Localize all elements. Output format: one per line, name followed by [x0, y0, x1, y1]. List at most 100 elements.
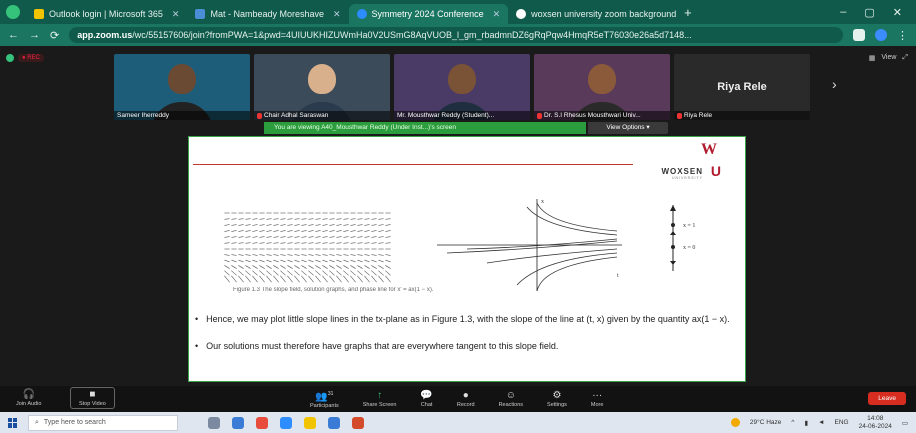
phase-arrow	[670, 205, 676, 211]
slope-segment	[343, 254, 349, 256]
participant-tile[interactable]: Mr. Mousthwar Reddy (Student)...	[394, 54, 530, 120]
new-tab-button[interactable]: +	[684, 5, 692, 20]
slope-segment	[238, 275, 244, 283]
view-label: View	[881, 54, 897, 61]
tab-outlook[interactable]: Outlook login | Microsoft 365 ✕	[26, 4, 187, 24]
share-screen-button[interactable]: ↑ Share Screen	[363, 390, 397, 408]
more-button[interactable]: ··· More	[591, 390, 604, 408]
view-options-button[interactable]: View Options ▾	[588, 122, 668, 134]
bullet-text: Our solutions must therefore have graphs…	[206, 341, 559, 351]
slope-segment	[322, 218, 328, 220]
reload-button[interactable]: ⟳	[50, 29, 59, 42]
next-participants-button[interactable]: ›	[832, 76, 837, 92]
slope-segment	[350, 242, 356, 244]
slope-segment	[322, 236, 328, 238]
slope-segment	[245, 259, 251, 263]
tab-mat[interactable]: Mat - Nambeady Moreshave ✕	[187, 4, 348, 24]
outlook-favicon-icon	[34, 9, 44, 19]
back-button[interactable]: ←	[8, 29, 19, 41]
participants-icon: 👥31	[315, 389, 333, 402]
windows-taskbar: ⌕ Type here to search 29°C Haze ^ ▮ ◄ EN…	[0, 412, 916, 433]
participant-tile[interactable]: Chair Adhal Saraswan	[254, 54, 390, 120]
slope-segment	[329, 254, 335, 256]
security-shield-icon[interactable]	[6, 54, 14, 62]
slope-segment	[294, 275, 300, 283]
taskbar-app-icon[interactable]	[232, 416, 244, 429]
participant-tile[interactable]: Dr. S.I Rhesus Mousthwari Univ...	[534, 54, 670, 120]
slope-segment	[301, 275, 307, 283]
record-button[interactable]: ● Record	[457, 390, 475, 408]
stop-video-button[interactable]: ■ Stop Video	[70, 387, 115, 409]
extension-icon[interactable]	[853, 29, 865, 41]
tab-zoom-conference[interactable]: Symmetry 2024 Conference ✕	[348, 4, 509, 24]
close-icon[interactable]: ✕	[172, 9, 180, 20]
view-button[interactable]: ▦ View ⤢	[869, 54, 908, 62]
slope-segment	[280, 265, 286, 269]
slope-segment	[252, 230, 258, 232]
clock-time: 14:08	[867, 414, 884, 422]
taskbar-app-icon[interactable]	[328, 416, 340, 429]
slope-segment	[322, 254, 328, 256]
slope-segment	[245, 236, 251, 238]
close-icon[interactable]: ✕	[333, 9, 341, 20]
slope-segment	[322, 265, 328, 269]
participant-tile[interactable]: Sameer Iherreddy	[114, 54, 250, 120]
slope-segment	[287, 259, 293, 263]
slope-segment	[385, 275, 391, 283]
browser-menu-icon[interactable]	[6, 5, 20, 19]
slope-segment	[336, 275, 342, 283]
slope-segment	[301, 265, 307, 269]
taskbar-app-icon[interactable]	[304, 416, 316, 429]
slope-segment	[245, 230, 251, 232]
join-audio-button[interactable]: 🎧 Join Audio	[16, 389, 41, 407]
fullscreen-icon[interactable]: ⤢	[902, 54, 908, 62]
slope-segment	[364, 218, 370, 220]
network-icon[interactable]: ▮	[804, 419, 808, 427]
participant-name: Dr. S.I Rhesus Mousthwari Univ...	[534, 111, 670, 120]
slope-segment	[224, 236, 230, 238]
language-indicator[interactable]: ENG	[835, 419, 849, 426]
leave-button[interactable]: Leave	[868, 392, 906, 405]
close-window-button[interactable]: ✕	[893, 6, 902, 19]
profile-icon[interactable]	[875, 29, 887, 41]
taskbar-app-icon[interactable]	[280, 416, 292, 429]
volume-icon[interactable]: ◄	[818, 419, 824, 426]
participant-name: Chair Adhal Saraswan	[254, 111, 390, 120]
chat-button[interactable]: 💬 Chat	[420, 390, 432, 408]
recording-indicator: ● REC	[6, 54, 44, 62]
taskbar-clock[interactable]: 14:08 24-06-2024	[859, 415, 892, 431]
slope-segment	[308, 230, 314, 232]
tab-woxsen-search[interactable]: woxsen university zoom background ✕	[508, 4, 678, 24]
taskbar-app-icon[interactable]	[208, 416, 220, 429]
slope-segment	[238, 265, 244, 269]
browser-more-icon[interactable]: ⋮	[897, 29, 908, 42]
logo-u: U	[710, 163, 721, 179]
slope-segment	[252, 270, 258, 276]
settings-button[interactable]: ⚙ Settings	[547, 390, 567, 408]
close-icon[interactable]: ✕	[493, 9, 501, 20]
participant-tile-no-video[interactable]: Riya Rele Riya Rele	[674, 54, 810, 120]
windows-start-icon[interactable]	[8, 417, 18, 428]
slope-segment	[350, 254, 356, 256]
search-icon: ⌕	[35, 418, 39, 426]
taskbar-app-icon[interactable]	[352, 416, 364, 429]
minimize-button[interactable]: –	[840, 6, 846, 19]
slope-segment	[266, 259, 272, 263]
url-field[interactable]: app.zoom.us/wc/55157606/join?fromPWA=1&p…	[69, 27, 843, 43]
reactions-button[interactable]: ☺ Reactions	[499, 390, 523, 408]
slope-segment	[266, 236, 272, 238]
weather-text[interactable]: 29°C Haze	[750, 419, 782, 426]
muted-mic-icon	[537, 112, 542, 119]
tray-chevron-icon[interactable]: ^	[791, 419, 794, 426]
notification-icon[interactable]: ▭	[902, 419, 908, 427]
slope-segment	[224, 275, 230, 283]
share-screen-label: Share Screen	[362, 402, 397, 408]
slope-segment	[252, 224, 258, 226]
forward-button[interactable]: →	[29, 29, 40, 41]
taskbar-app-icon[interactable]	[256, 416, 268, 429]
taskbar-search-input[interactable]: ⌕ Type here to search	[28, 414, 178, 431]
slope-segment	[329, 224, 335, 226]
maximize-button[interactable]: ▢	[864, 6, 874, 19]
bullet-item: • Hence, we may plot little slope lines i…	[195, 313, 745, 326]
participants-button[interactable]: 👥31 Participants	[310, 389, 339, 409]
